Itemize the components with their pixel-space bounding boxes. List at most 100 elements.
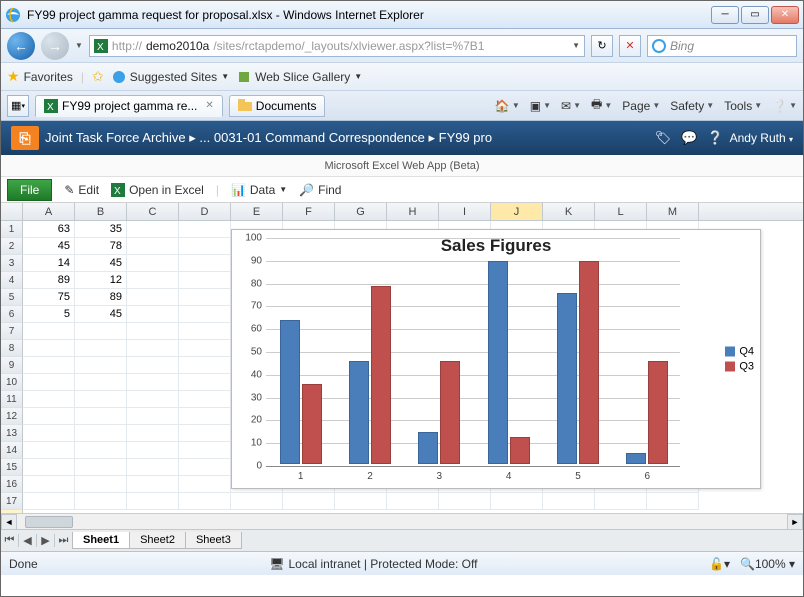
cell[interactable] bbox=[75, 408, 127, 425]
open-in-excel-button[interactable]: XOpen in Excel bbox=[111, 183, 204, 197]
cell[interactable] bbox=[127, 323, 179, 340]
address-dropdown-icon[interactable]: ▼ bbox=[572, 41, 580, 50]
cell[interactable]: 45 bbox=[75, 306, 127, 323]
cell[interactable] bbox=[23, 374, 75, 391]
row-header-6[interactable]: 6 bbox=[1, 306, 23, 323]
edit-button[interactable]: ✎Edit bbox=[64, 183, 99, 197]
cell[interactable] bbox=[387, 493, 439, 510]
cell[interactable]: 45 bbox=[23, 238, 75, 255]
minimize-button[interactable]: ─ bbox=[711, 6, 739, 24]
forward-button[interactable]: → bbox=[41, 32, 69, 60]
cell[interactable] bbox=[75, 340, 127, 357]
cell[interactable] bbox=[179, 238, 231, 255]
sheet-tab-2[interactable]: Sheet2 bbox=[129, 532, 186, 549]
cell[interactable] bbox=[179, 306, 231, 323]
cell[interactable] bbox=[179, 391, 231, 408]
cell[interactable] bbox=[23, 323, 75, 340]
file-button[interactable]: File bbox=[7, 179, 52, 201]
cell[interactable] bbox=[75, 493, 127, 510]
cell[interactable] bbox=[127, 374, 179, 391]
cell[interactable] bbox=[127, 238, 179, 255]
select-all-corner[interactable] bbox=[1, 203, 23, 220]
cell[interactable]: 89 bbox=[23, 272, 75, 289]
first-sheet-button[interactable]: ⏮ bbox=[1, 534, 19, 547]
cell[interactable] bbox=[127, 340, 179, 357]
scroll-thumb[interactable] bbox=[25, 516, 73, 528]
row-header-4[interactable]: 4 bbox=[1, 272, 23, 289]
cell[interactable] bbox=[127, 289, 179, 306]
cell[interactable] bbox=[127, 476, 179, 493]
cell[interactable] bbox=[439, 493, 491, 510]
cell[interactable] bbox=[231, 493, 283, 510]
cell[interactable] bbox=[75, 442, 127, 459]
cell[interactable] bbox=[75, 357, 127, 374]
row-header-7[interactable]: 7 bbox=[1, 323, 23, 340]
row-header-13[interactable]: 13 bbox=[1, 425, 23, 442]
tab-fy99[interactable]: X FY99 project gamma re...✕ bbox=[35, 95, 223, 117]
quick-tabs-button[interactable]: ▦▾ bbox=[7, 95, 29, 117]
cell[interactable] bbox=[75, 391, 127, 408]
horizontal-scrollbar[interactable]: ◄ ► bbox=[1, 513, 803, 529]
cell[interactable] bbox=[23, 357, 75, 374]
cell[interactable] bbox=[23, 442, 75, 459]
crumb-2[interactable]: ... 0031-01 Command Correspondence bbox=[199, 130, 424, 145]
row-header-9[interactable]: 9 bbox=[1, 357, 23, 374]
protected-mode-button[interactable]: 🔓▾ bbox=[709, 557, 730, 571]
sheet-tab-1[interactable]: Sheet1 bbox=[72, 532, 130, 549]
suggested-sites-link[interactable]: Suggested Sites▼ bbox=[112, 70, 229, 84]
col-C[interactable]: C bbox=[127, 203, 179, 220]
help-button[interactable]: ❔▼ bbox=[772, 99, 797, 113]
cell[interactable] bbox=[75, 425, 127, 442]
col-F[interactable]: F bbox=[283, 203, 335, 220]
col-J[interactable]: J bbox=[491, 203, 543, 220]
dropdown-icon[interactable]: ▼ bbox=[75, 41, 83, 50]
cell[interactable] bbox=[75, 476, 127, 493]
cell[interactable] bbox=[283, 493, 335, 510]
safety-menu[interactable]: Safety▼ bbox=[670, 99, 714, 113]
tab-documents[interactable]: Documents bbox=[229, 95, 326, 117]
col-G[interactable]: G bbox=[335, 203, 387, 220]
page-menu[interactable]: Page▼ bbox=[622, 99, 660, 113]
row-header-3[interactable]: 3 bbox=[1, 255, 23, 272]
find-button[interactable]: 🔎Find bbox=[299, 183, 341, 197]
cell[interactable] bbox=[179, 493, 231, 510]
user-menu[interactable]: Andy Ruth ▾ bbox=[730, 131, 793, 145]
cell[interactable] bbox=[179, 340, 231, 357]
feeds-button[interactable]: ▣▼ bbox=[530, 99, 551, 113]
zoom-button[interactable]: 🔍100% ▾ bbox=[740, 557, 795, 571]
col-B[interactable]: B bbox=[75, 203, 127, 220]
cell[interactable] bbox=[127, 459, 179, 476]
cell[interactable] bbox=[179, 374, 231, 391]
crumb-1[interactable]: Joint Task Force Archive bbox=[45, 130, 186, 145]
close-button[interactable]: ✕ bbox=[771, 6, 799, 24]
cell[interactable] bbox=[179, 357, 231, 374]
col-L[interactable]: L bbox=[595, 203, 647, 220]
cell[interactable] bbox=[23, 493, 75, 510]
refresh-button[interactable]: ↻ bbox=[591, 35, 613, 57]
cell[interactable] bbox=[127, 493, 179, 510]
cell[interactable]: 75 bbox=[23, 289, 75, 306]
col-H[interactable]: H bbox=[387, 203, 439, 220]
crumb-3[interactable]: FY99 pro bbox=[439, 130, 492, 145]
cell[interactable] bbox=[127, 306, 179, 323]
cell[interactable] bbox=[23, 391, 75, 408]
cell[interactable] bbox=[179, 459, 231, 476]
cell[interactable] bbox=[75, 374, 127, 391]
cell[interactable] bbox=[335, 493, 387, 510]
grid[interactable]: A B C D E F G H I J K L M 16335245783144… bbox=[1, 203, 803, 513]
col-E[interactable]: E bbox=[231, 203, 283, 220]
help-icon[interactable]: ❔ bbox=[707, 130, 723, 146]
row-header-1[interactable]: 1 bbox=[1, 221, 23, 238]
row-header-8[interactable]: 8 bbox=[1, 340, 23, 357]
cell[interactable] bbox=[127, 357, 179, 374]
cell[interactable] bbox=[127, 442, 179, 459]
back-button[interactable]: ← bbox=[7, 32, 35, 60]
row-header-5[interactable]: 5 bbox=[1, 289, 23, 306]
row-header-15[interactable]: 15 bbox=[1, 459, 23, 476]
add-favorite-button[interactable]: ✩ bbox=[92, 68, 104, 85]
cell[interactable] bbox=[179, 323, 231, 340]
cell[interactable]: 63 bbox=[23, 221, 75, 238]
scroll-right-button[interactable]: ► bbox=[787, 514, 803, 530]
cell[interactable]: 35 bbox=[75, 221, 127, 238]
cell[interactable] bbox=[491, 493, 543, 510]
